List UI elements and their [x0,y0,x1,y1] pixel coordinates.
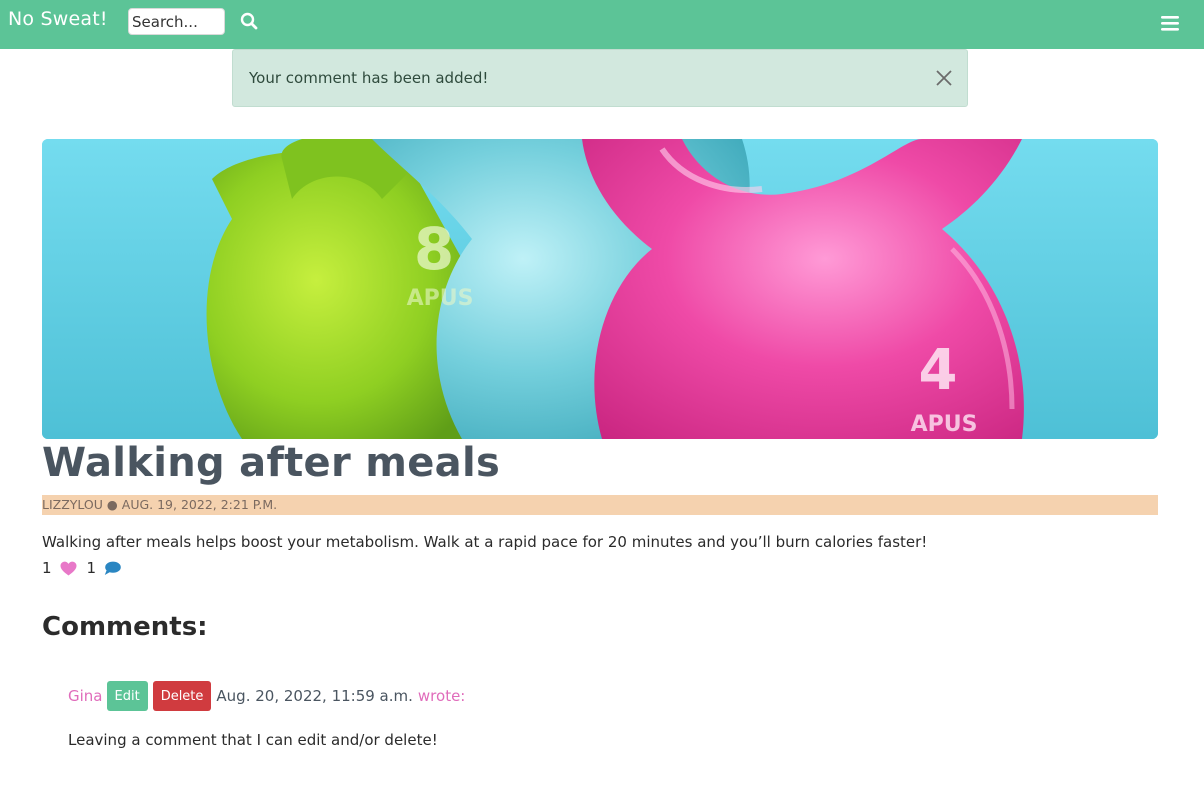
post-title: Walking after meals [42,440,501,486]
like-button[interactable] [60,561,77,576]
comment-header: Gina Edit Delete Aug. 20, 2022, 11:59 a.… [68,681,465,711]
search-button[interactable] [238,11,260,33]
like-count: 1 [42,559,52,577]
comments-link[interactable] [104,561,121,576]
menu-toggle-button[interactable] [1158,13,1182,35]
comments-heading: Comments: [42,612,208,642]
navbar: No Sweat! [0,0,1204,49]
post-stats: 1 1 [42,558,131,578]
alert-close-button[interactable] [933,68,955,90]
kettlebell-number-8: 8 [414,215,454,283]
brand-logo[interactable]: No Sweat! [8,8,108,30]
post-body: Walking after meals helps boost your met… [42,533,928,551]
success-alert: Your comment has been added! [232,49,968,107]
kettlebells-illustration: 8 APUS 4 APUS [42,139,1158,439]
delete-comment-button[interactable]: Delete [152,681,212,711]
kettlebell-number-4: 4 [919,338,958,403]
alert-message: Your comment has been added! [249,69,489,87]
comment-date: Aug. 20, 2022, 11:59 a.m. [216,687,413,705]
edit-comment-button[interactable]: Edit [106,681,148,711]
post-hero-image: 8 APUS 4 APUS [42,139,1158,439]
search-icon [240,12,258,29]
close-icon [936,70,952,86]
comment-count: 1 [86,559,97,577]
comment-wrote-label: wrote: [417,687,466,705]
comment-bubble-icon [104,561,121,575]
post-meta: LIZZYLOU ● AUG. 19, 2022, 2:21 P.M. [42,495,1158,515]
comment-author[interactable]: Gina [68,687,103,705]
kettlebell-brand-green: APUS [407,286,474,311]
comment-body: Leaving a comment that I can edit and/or… [68,731,438,749]
search-input[interactable] [128,8,225,35]
heart-icon [60,561,77,575]
kettlebell-brand-pink: APUS [911,412,978,437]
hamburger-menu-icon [1161,15,1179,31]
